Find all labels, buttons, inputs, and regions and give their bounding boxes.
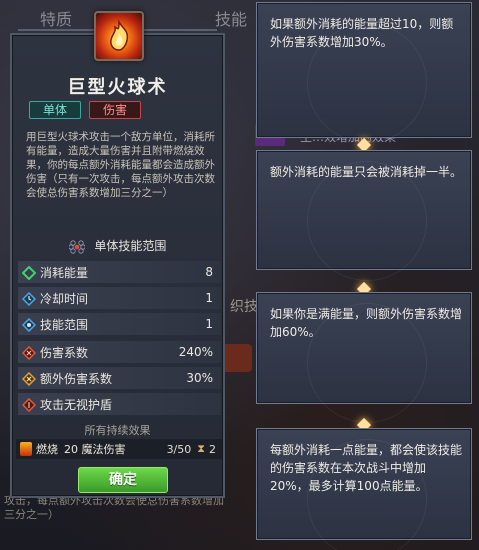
tag-single-target: 单体 (29, 101, 81, 119)
energy-icon (21, 265, 37, 281)
effects-section-label: 所有持续效果 (84, 424, 151, 437)
stat-label: 冷却时间 (40, 291, 89, 306)
skill-description: 用巨型火球术攻击一个敌方单位，消耗所有能量，造成大量伤害并且附带燃烧效果，你的每… (26, 131, 215, 199)
effect-stacks: 3/50 (166, 442, 192, 456)
stat-extra-damage: 额外伤害系数 30% (18, 367, 221, 389)
damage-icon (21, 345, 37, 361)
cooldown-icon (21, 291, 37, 307)
confirm-button[interactable]: 确定 (78, 467, 168, 493)
tab-skills[interactable]: 技能 (215, 6, 247, 30)
ignore-shield-icon (21, 397, 37, 413)
effect-detail: 20 魔法伤害 (64, 443, 126, 456)
stat-label: 额外伤害系数 (40, 371, 113, 386)
tooltip-card: 额外消耗的能量只会被消耗掉一半。 (256, 150, 472, 281)
stat-value: 8 (205, 265, 213, 279)
tooltip-card: 每额外消耗一点能量，都会使该技能的伤害系数在本次战斗中增加20%，最多计算100… (256, 428, 472, 550)
skill-detail-panel: 巨型火球术 单体 伤害 用巨型火球术攻击一个敌方单位，消耗所有能量，造成大量伤害… (10, 11, 225, 498)
stat-label: 消耗能量 (40, 265, 89, 280)
hex-grid-icon (67, 239, 86, 254)
tooltip-text: 如果额外消耗的能量超过10，则额外伤害系数增加30%。 (270, 17, 454, 49)
tooltip-text: 每额外消耗一点能量，都会使该技能的伤害系数在本次战斗中增加20%，最多计算100… (270, 443, 463, 493)
stat-value: 1 (205, 291, 213, 305)
stat-label: 攻击无视护盾 (40, 397, 113, 412)
effect-turns: 2 (209, 442, 216, 456)
effect-name: 燃烧 (36, 443, 58, 456)
tooltip-card: 如果额外消耗的能量超过10，则额外伤害系数增加30%。 (256, 2, 472, 143)
tooltip-text: 如果你是满能量，则额外伤害系数增加60%。 (270, 307, 463, 339)
tooltip-text: 额外消耗的能量只会被消耗掉一半。 (270, 165, 463, 179)
fireball-icon (94, 11, 144, 61)
stat-label: 技能范围 (40, 317, 89, 332)
tab-traits[interactable]: 特质 (40, 6, 72, 30)
stat-value: 30% (186, 371, 213, 385)
effect-burn-row[interactable]: 燃烧 20 魔法伤害 3/50 ⧗ 2 (16, 439, 222, 459)
range-icon (21, 317, 37, 333)
hourglass-icon: ⧗ (197, 442, 205, 455)
tag-damage: 伤害 (89, 101, 141, 119)
background-side-label: 织技 (230, 299, 258, 315)
stat-value: 240% (178, 345, 213, 359)
stat-value: 1 (205, 317, 213, 331)
stat-label: 伤害系数 (40, 345, 89, 360)
stat-energy-cost: 消耗能量 8 (18, 261, 221, 283)
burn-icon (20, 442, 32, 456)
stat-damage-coefficient: 伤害系数 240% (18, 341, 221, 363)
stat-ignore-shield: 攻击无视护盾 (18, 393, 221, 415)
stat-range: 技能范围 1 (18, 313, 221, 335)
skill-range-label: 单体技能范围 (94, 239, 167, 253)
skill-title: 巨型火球术 (67, 77, 168, 98)
stat-cooldown: 冷却时间 1 (18, 287, 221, 309)
extra-damage-icon (21, 371, 37, 387)
skill-range-row: 单体技能范围 (12, 237, 223, 259)
background-bottom-hint: 攻击，每点额外攻击次数会使总伤害系数增加三分之一） (4, 494, 224, 521)
tooltip-card: 如果你是满能量，则额外伤害系数增加60%。 (256, 292, 472, 423)
